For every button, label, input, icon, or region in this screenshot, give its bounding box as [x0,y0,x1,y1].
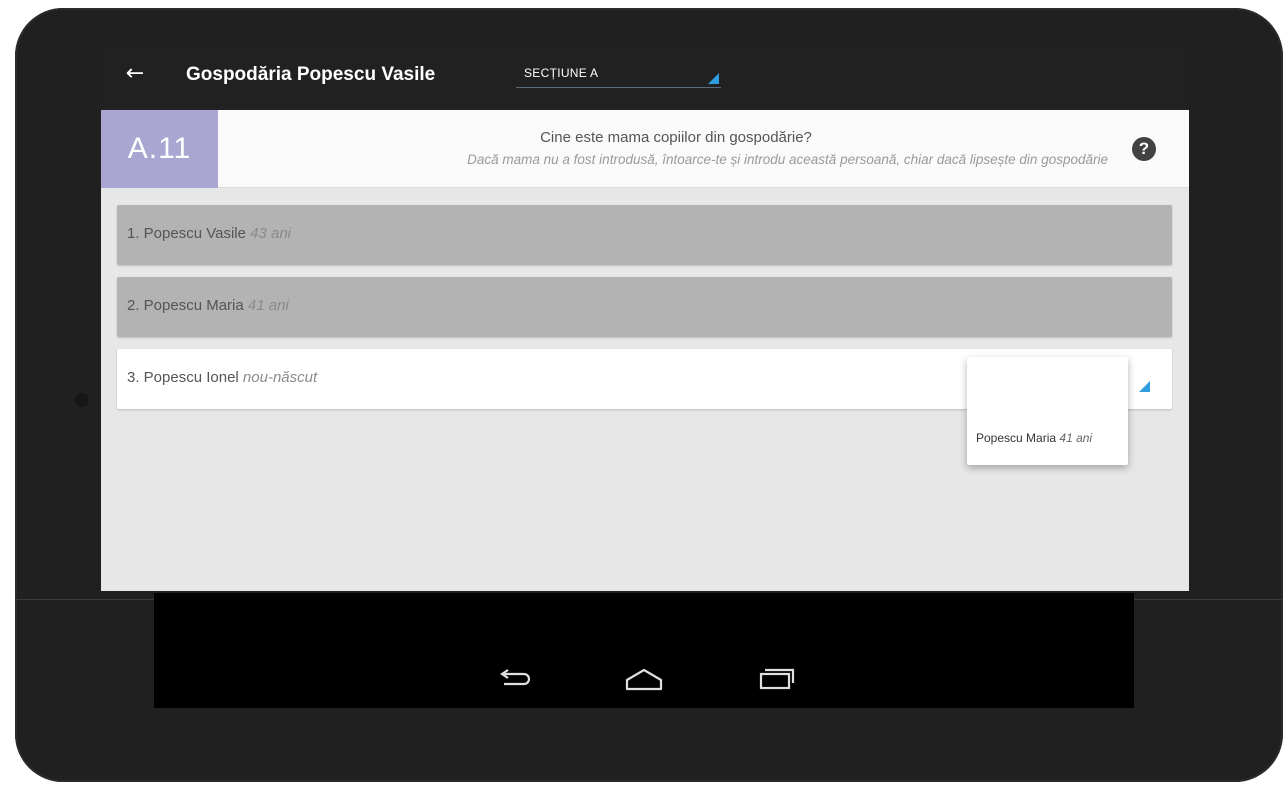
option-age: 43 ani [250,225,292,242]
question-hint: Dacă mama nu a fost introdusă, întoarce-… [467,152,1108,167]
nav-back-icon[interactable] [494,663,534,693]
question-code: A.11 [101,110,218,188]
section-dropdown[interactable]: SECȚIUNE A [516,64,721,88]
app-screen: ← Gospodăria Popescu Vasile SECȚIUNE A A… [101,42,1189,591]
dropdown-option[interactable]: Popescu Maria 41 ani [976,431,1092,445]
nav-home-icon[interactable] [624,663,664,693]
option-label: 2. Popescu Maria 41 ani [127,297,289,314]
option-label: 1. Popescu Vasile 43 ani [127,225,292,242]
app-title: Gospodăria Popescu Vasile [186,64,436,85]
option-age: nou-născut [242,369,318,386]
mother-dropdown-popup: Popescu Maria 41 ani [967,357,1128,465]
back-arrow-icon[interactable]: ← [123,62,147,86]
dropdown-arrow-icon[interactable] [1139,381,1150,392]
android-nav-bar [154,593,1134,708]
app-bar: ← Gospodăria Popescu Vasile SECȚIUNE A [101,42,1189,110]
option-age: 41 ani [247,297,289,314]
dropdown-option-age: 41 ani [1059,431,1093,445]
question-text: Cine este mama copiilor din gospodărie? [540,129,812,146]
section-dropdown-label: SECȚIUNE A [524,66,599,80]
camera-dot [75,393,89,407]
nav-recents-icon[interactable] [757,663,797,693]
question-header: A.11 Cine este mama copiilor din gospodă… [101,110,1189,188]
option-item-1[interactable]: 1. Popescu Vasile 43 ani [117,205,1172,265]
option-label: 3. Popescu Ionel nou-născut [127,369,318,386]
dropdown-arrow-icon [708,73,719,84]
help-icon[interactable]: ? [1132,137,1156,161]
option-item-2[interactable]: 2. Popescu Maria 41 ani [117,277,1172,337]
